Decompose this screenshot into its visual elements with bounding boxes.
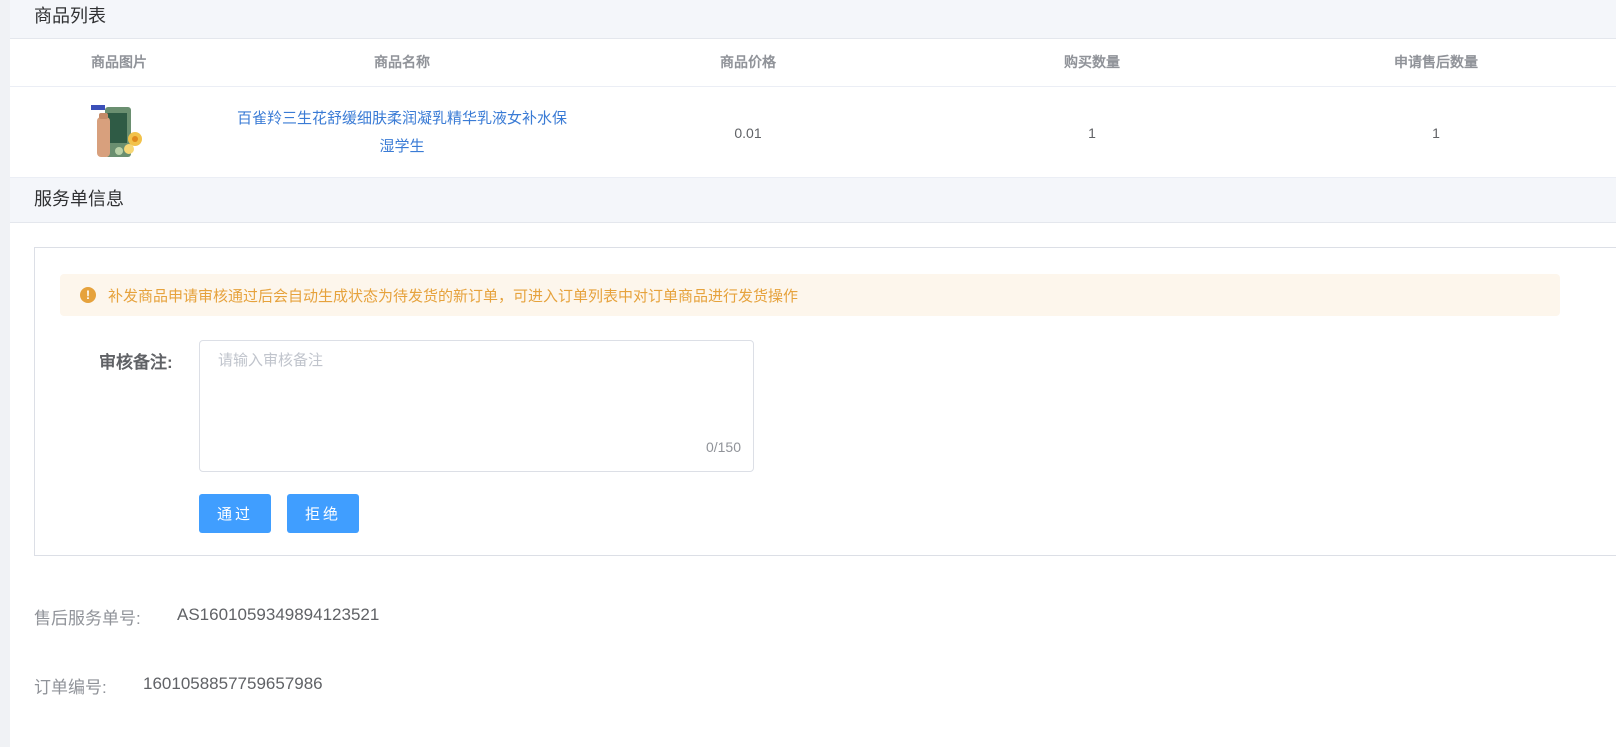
remark-label: 审核备注:	[99, 353, 173, 372]
product-name-cell: 百雀羚三生花舒缓细肤柔润凝乳精华乳液女补水保湿学生	[228, 87, 576, 178]
remark-textarea-wrapper: 0/150	[199, 340, 754, 472]
product-name-link[interactable]: 百雀羚三生花舒缓细肤柔润凝乳精华乳液女补水保湿学生	[237, 105, 567, 161]
service-info-header: 服务单信息	[10, 178, 1616, 223]
column-header-image: 商品图片	[91, 54, 147, 70]
remark-textarea[interactable]	[200, 341, 753, 471]
column-header-name: 商品名称	[374, 54, 430, 70]
table-header: 商品图片 商品名称 商品价格 购买数量 申请售后数量	[10, 39, 1616, 87]
order-no-label: 订单编号:	[34, 678, 107, 697]
purchase-quantity: 1	[1088, 124, 1096, 141]
reject-button[interactable]: 拒绝	[287, 494, 359, 533]
goods-table: 商品图片 商品名称 商品价格 购买数量 申请售后数量 百雀羚三生花舒缓细肤柔润凝…	[10, 39, 1616, 178]
remark-char-counter: 0/150	[705, 439, 741, 455]
warning-icon: !	[80, 287, 96, 303]
goods-list-header: 商品列表	[10, 0, 1616, 39]
alert-text: 补发商品申请审核通过后会自动生成状态为待发货的新订单，可进入订单列表中对订单商品…	[108, 287, 799, 305]
product-price: 0.01	[734, 124, 762, 141]
order-no-value: 1601058857759657986	[143, 674, 323, 693]
column-header-price: 商品价格	[720, 54, 776, 70]
aftersale-quantity: 1	[1432, 124, 1440, 141]
product-image-cell	[10, 87, 228, 178]
table-row: 百雀羚三生花舒缓细肤柔润凝乳精华乳液女补水保湿学生 0.01 1 1	[10, 87, 1616, 178]
service-no-value: AS1601059349894123521	[177, 605, 380, 624]
column-header-quantity: 购买数量	[1064, 54, 1120, 70]
review-panel: ! 补发商品申请审核通过后会自动生成状态为待发货的新订单，可进入订单列表中对订单…	[34, 247, 1616, 556]
product-image[interactable]	[89, 103, 149, 163]
left-border-strip	[0, 0, 10, 747]
column-header-aftersale-quantity: 申请售后数量	[1394, 54, 1478, 70]
service-no-label: 售后服务单号:	[34, 609, 141, 628]
approve-button[interactable]: 通过	[199, 494, 271, 533]
warning-alert: ! 补发商品申请审核通过后会自动生成状态为待发货的新订单，可进入订单列表中对订单…	[60, 274, 1560, 316]
